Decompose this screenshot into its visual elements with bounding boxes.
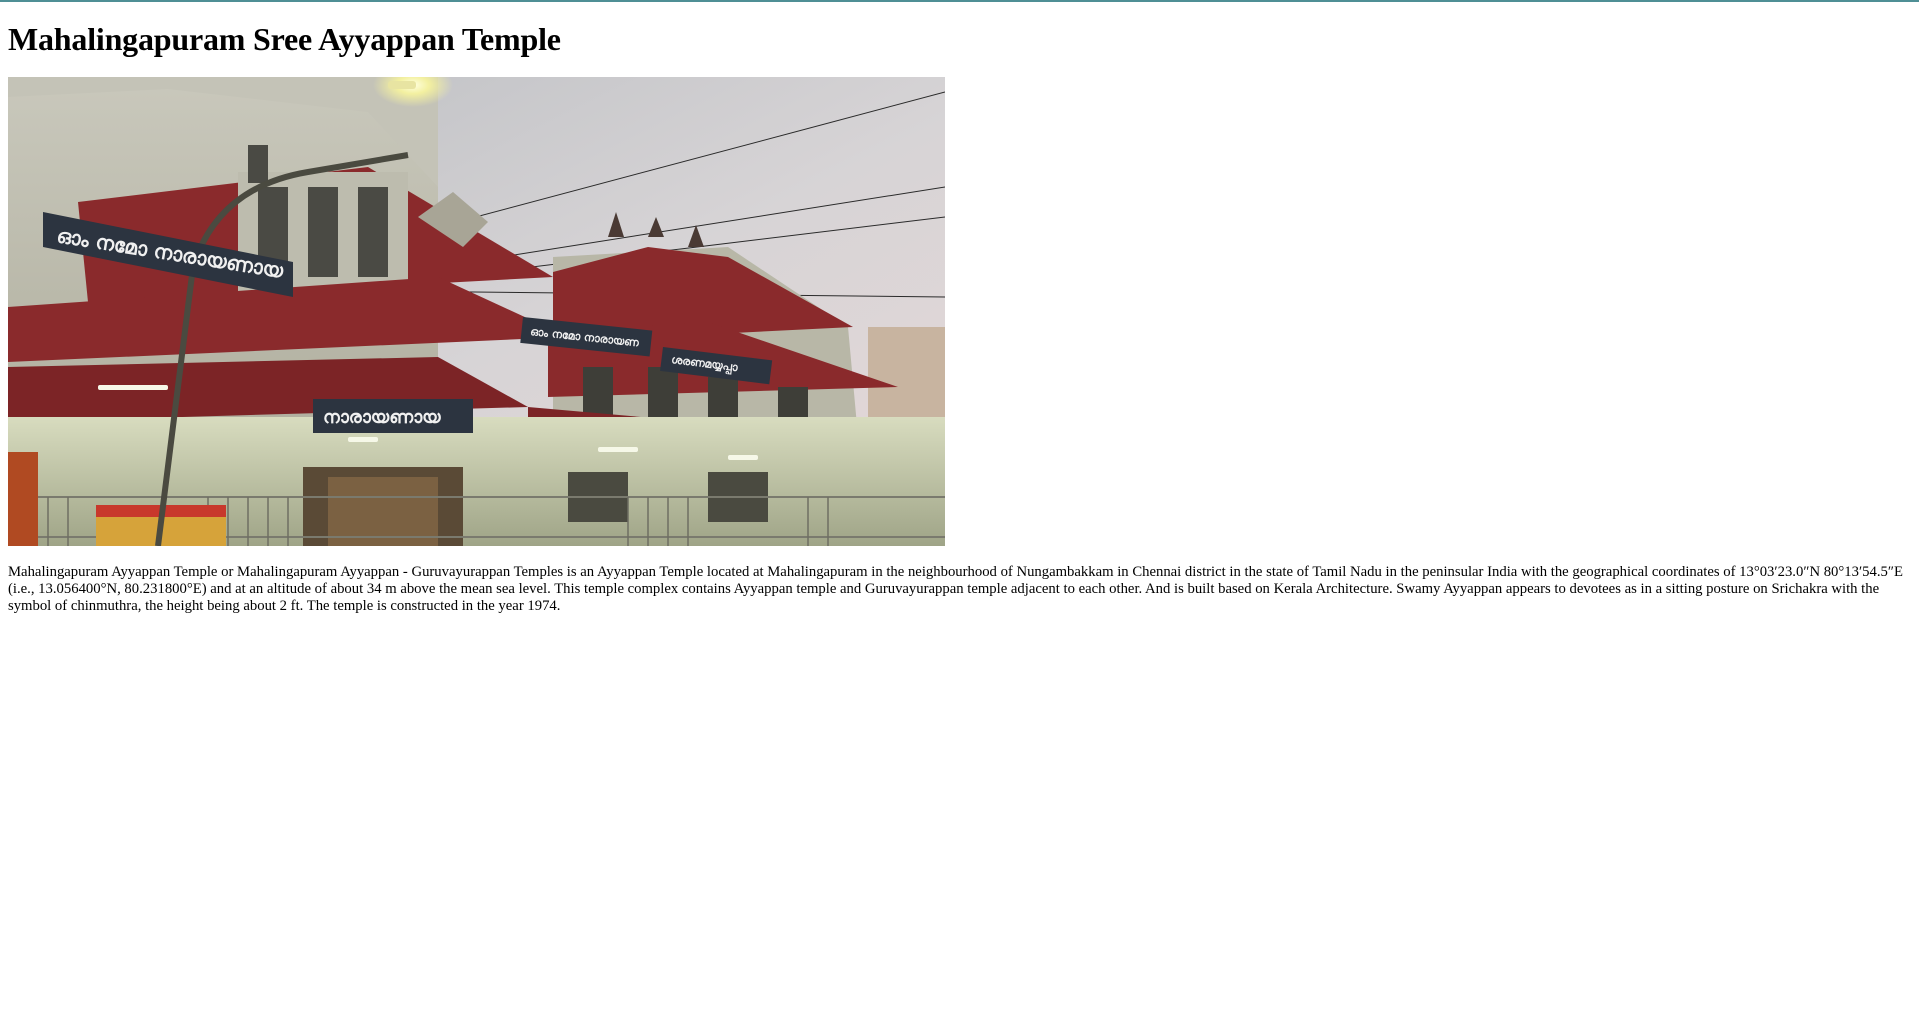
temple-photo: ഓം നമോ നാരായണായ ഓം നമോ നാരായണ ശരണമയ്യപ്പ… [8,77,945,546]
page-title: Mahalingapuram Sree Ayyappan Temple [8,21,561,57]
temple-photo-illustration: ഓം നമോ നാരായണായ ഓം നമോ നാരായണ ശരണമയ്യപ്പ… [8,77,945,546]
temple-description: Mahalingapuram Ayyappan Temple or Mahali… [8,564,1903,614]
svg-text:നാരായണായ: നാരായണായ [323,407,441,428]
page-content: Mahalingapuram Sree Ayyappan Temple ഓം ന… [8,0,1911,615]
sign-center: നാരായണായ [313,399,473,433]
